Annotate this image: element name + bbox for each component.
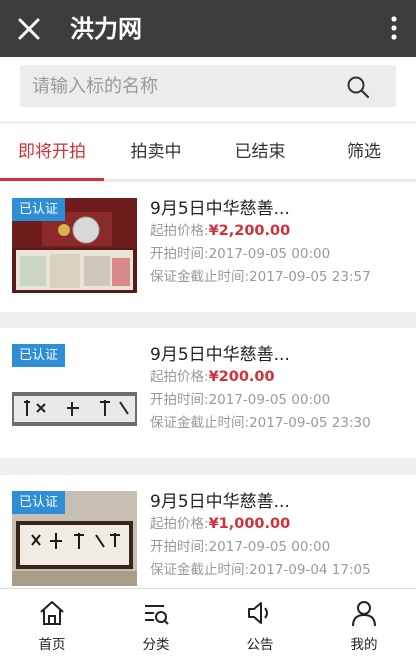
deposit-deadline-row: 保证金截止时间:2017-09-05 23:30 [150,412,410,435]
tabbar-home[interactable]: 首页 [0,589,104,661]
deposit-deadline-label: 保证金截止时间: [150,415,250,431]
item-thumbnail: 已认证 [12,198,137,293]
start-time-row: 开拍时间:2017-09-05 00:00 [150,536,410,559]
start-price: ¥2,200.00 [208,223,291,239]
auction-item[interactable]: 已认证 9月5日中华慈善... 起拍价格:¥200.00 开拍时间:2017-0… [0,328,416,458]
start-price-row: 起拍价格:¥1,000.00 [150,513,410,536]
verified-badge: 已认证 [12,491,66,514]
user-icon [352,601,376,627]
tabbar-category-label: 分类 [142,637,170,653]
verified-badge: 已认证 [12,344,66,367]
start-time: 2017-09-05 00:00 [208,392,331,408]
start-price-row: 起拍价格:¥2,200.00 [150,220,410,243]
tab-ended[interactable]: 已结束 [208,124,312,180]
start-time: 2017-09-05 00:00 [208,539,331,555]
tabbar-notice[interactable]: 公告 [208,589,312,661]
item-info: 9月5日中华慈善... 起拍价格:¥2,200.00 开拍时间:2017-09-… [150,198,410,289]
category-icon [145,605,169,625]
home-icon [40,601,64,625]
tabbar-notice-label: 公告 [246,637,274,653]
deposit-deadline-label: 保证金截止时间: [150,562,250,578]
deposit-deadline: 2017-09-05 23:57 [249,269,371,285]
start-price-label: 起拍价格: [150,516,209,532]
start-time-label: 开拍时间: [150,392,209,408]
start-time: 2017-09-05 00:00 [208,246,331,262]
start-price-label: 起拍价格: [150,223,209,239]
deposit-deadline: 2017-09-04 17:05 [249,562,371,578]
megaphone-icon [248,602,268,624]
auction-item[interactable]: 已认证 9月5日中华慈善... 起拍价格:¥2,200.00 开拍时间:2017… [0,182,416,312]
tab-upcoming[interactable]: 即将开拍 [0,124,104,181]
tabbar-category[interactable]: 分类 [104,589,208,661]
search-input[interactable] [32,65,332,107]
tabbar-mine[interactable]: 我的 [312,589,416,661]
deposit-deadline-row: 保证金截止时间:2017-09-05 23:57 [150,266,410,289]
item-title: 9月5日中华慈善... [150,492,290,512]
start-time-label: 开拍时间: [150,246,209,262]
page-title: 洪力网 [70,15,142,43]
start-time-label: 开拍时间: [150,539,209,555]
tabbar-home-label: 首页 [38,637,66,653]
item-title: 9月5日中华慈善... [150,345,290,365]
item-thumbnail: 已认证 [12,491,137,586]
verified-badge: 已认证 [12,198,66,221]
deposit-deadline-label: 保证金截止时间: [150,269,250,285]
search-icon[interactable] [346,75,370,99]
deposit-deadline: 2017-09-05 23:30 [249,415,371,431]
start-price: ¥1,000.00 [208,516,291,532]
item-thumbnail: 已认证 [12,344,137,439]
start-price-row: 起拍价格:¥200.00 [150,366,410,389]
tabbar-mine-label: 我的 [350,637,378,653]
start-time-row: 开拍时间:2017-09-05 00:00 [150,243,410,266]
deposit-deadline-row: 保证金截止时间:2017-09-04 17:05 [150,559,410,582]
tab-filter[interactable]: 筛选 [312,124,416,180]
auction-status-tabs: 即将开拍 拍卖中 已结束 筛选 [0,124,416,181]
item-info: 9月5日中华慈善... 起拍价格:¥200.00 开拍时间:2017-09-05… [150,344,410,435]
auction-item[interactable]: 已认证 9月5日中华慈善... 起拍价格:¥1,000.00 开拍时间:2017… [0,475,416,590]
start-price-label: 起拍价格: [150,369,209,385]
search-box [20,65,396,107]
bottom-tab-bar: 首页 分类 公告 我的 [0,588,416,661]
start-price: ¥200.00 [208,369,275,385]
title-bar: 洪力网 [0,0,416,57]
search-bar [0,57,416,121]
more-menu-icon[interactable] [384,14,404,42]
item-title: 9月5日中华慈善... [150,199,290,219]
start-time-row: 开拍时间:2017-09-05 00:00 [150,389,410,412]
tab-in-auction[interactable]: 拍卖中 [104,124,208,180]
item-info: 9月5日中华慈善... 起拍价格:¥1,000.00 开拍时间:2017-09-… [150,491,410,582]
close-icon[interactable] [14,12,44,44]
